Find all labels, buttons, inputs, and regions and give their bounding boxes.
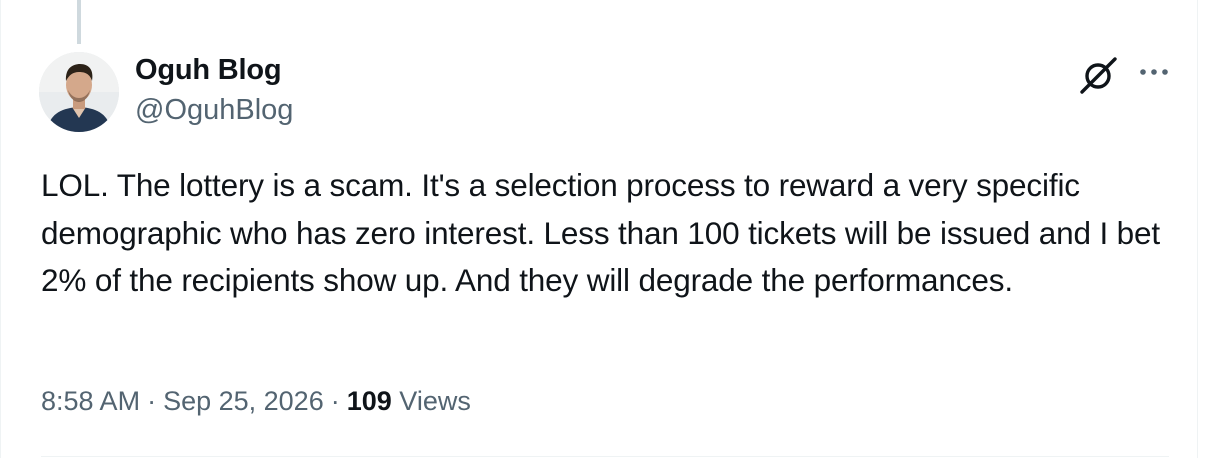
- tweet-date[interactable]: Sep 25, 2026: [163, 386, 324, 416]
- more-icon[interactable]: [1137, 60, 1171, 84]
- author-name[interactable]: Oguh Blog: [135, 54, 282, 87]
- avatar[interactable]: [39, 52, 119, 132]
- meta-separator: ·: [330, 386, 340, 416]
- grok-icon[interactable]: [1077, 52, 1121, 96]
- views-count: 109: [346, 386, 392, 416]
- tweet-text: LOL. The lottery is a scam. It's a selec…: [41, 167, 1160, 298]
- grok-icon-glyph: [1080, 57, 1117, 94]
- author-handle[interactable]: @OguhBlog: [135, 94, 293, 127]
- more-icon-glyph: [1140, 69, 1168, 75]
- divider: [41, 456, 1169, 457]
- tweet-time[interactable]: 8:58 AM: [41, 386, 140, 416]
- tweet-card: Oguh Blog @OguhBlog LOL. The lottery is …: [0, 0, 1198, 458]
- views-label: Views: [399, 386, 471, 416]
- meta-separator: ·: [147, 386, 157, 416]
- avatar-image: [39, 52, 119, 132]
- tweet-meta: 8:58 AM · Sep 25, 2026 · 109 Views: [41, 386, 471, 417]
- thread-line: [77, 0, 81, 44]
